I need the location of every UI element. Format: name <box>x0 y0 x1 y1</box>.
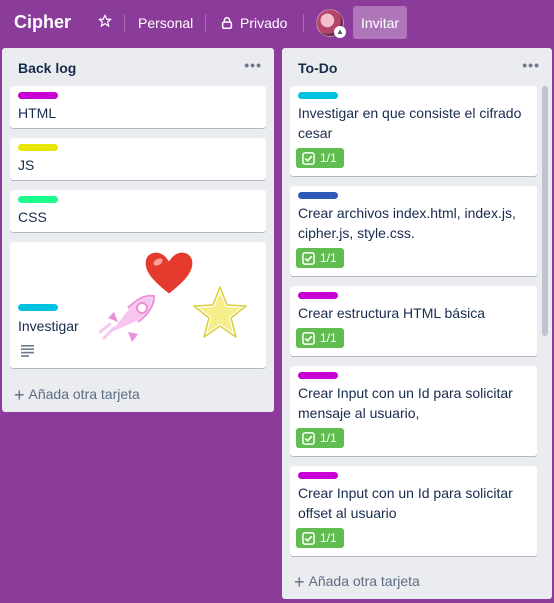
card-label <box>298 292 338 299</box>
list-header: To-Do ••• <box>282 48 552 86</box>
card-label <box>298 92 338 99</box>
checklist-badge: 1/1 <box>296 528 344 548</box>
team-button[interactable]: Personal <box>138 15 193 31</box>
visibility-button[interactable]: Privado <box>220 15 287 31</box>
card-title-line: mensaje al usuario, <box>298 405 420 421</box>
add-card-label: Añada otra tarjeta <box>308 573 420 589</box>
card[interactable]: CSS <box>10 190 266 232</box>
card[interactable]: Crear archivos index.html, index.js, cip… <box>290 186 537 276</box>
visibility-label: Privado <box>240 15 288 31</box>
card-title: HTML <box>18 105 57 121</box>
list-title[interactable]: Back log <box>18 60 76 76</box>
plus-icon: + <box>294 572 305 592</box>
card-title: CSS <box>18 209 47 225</box>
card-label <box>18 304 58 311</box>
card-label <box>18 196 58 203</box>
checklist-icon <box>302 531 315 545</box>
card[interactable]: Investigar en que consiste el cifrado ce… <box>290 86 537 176</box>
card-title: JS <box>18 157 35 173</box>
star-sticker-icon <box>192 285 248 339</box>
star-icon[interactable] <box>96 14 114 32</box>
invite-button[interactable]: Invitar <box>353 6 407 39</box>
card-label <box>298 192 338 199</box>
checklist-count: 1/1 <box>320 331 337 345</box>
plus-icon: + <box>14 385 25 405</box>
card[interactable]: Investigar <box>10 242 266 368</box>
header-divider <box>124 14 125 32</box>
checklist-badge: 1/1 <box>296 248 344 268</box>
card-title-line: Crear estructura HTML básica <box>298 305 485 321</box>
list-header: Back log ••• <box>2 48 274 86</box>
card-title: Investigar en que consiste el cifrado ce… <box>298 103 521 143</box>
checklist-icon <box>302 431 315 445</box>
card[interactable]: Crear estructura HTML básica 1/1 <box>290 286 537 356</box>
header-divider <box>205 14 206 32</box>
card-title-line: Crear Input con un Id para solicitar <box>298 385 513 401</box>
list-scrollbar[interactable] <box>542 86 548 336</box>
card-title-line: Crear Input con un Id para solicitar <box>298 485 513 501</box>
board-title[interactable]: Cipher <box>14 12 71 33</box>
card-title-line: offset al usuario <box>298 505 397 521</box>
board-header: Cipher Personal Privado ▲ Invitar <box>0 0 554 46</box>
add-card-button[interactable]: + Añada otra tarjeta <box>14 385 140 406</box>
add-card-label: Añada otra tarjeta <box>28 386 140 402</box>
card-title-line: cesar <box>298 125 333 141</box>
checklist-count: 1/1 <box>320 531 337 545</box>
card[interactable]: Crear Input con un Id para solicitar off… <box>290 466 537 556</box>
card-label <box>298 472 338 479</box>
list-todo: To-Do ••• Investigar en que consiste el … <box>282 48 552 599</box>
card-title: Crear Input con un Id para solicitar off… <box>298 483 513 523</box>
description-icon <box>21 345 34 357</box>
lock-icon <box>221 17 233 30</box>
card[interactable]: JS <box>10 138 266 180</box>
header-divider <box>303 14 304 32</box>
card-title-line: cipher.js, style.css. <box>298 225 415 241</box>
list-backlog: Back log ••• HTML JS CSS Investigar + Añ… <box>2 48 274 412</box>
card-title: Crear archivos index.html, index.js, cip… <box>298 203 516 243</box>
card-title-line: Crear archivos index.html, index.js, <box>298 205 516 221</box>
list-menu-button[interactable]: ••• <box>244 57 262 73</box>
admin-badge-icon: ▲ <box>334 26 346 38</box>
checklist-count: 1/1 <box>320 431 337 445</box>
card[interactable]: HTML <box>10 86 266 128</box>
checklist-badge: 1/1 <box>296 328 344 348</box>
card-label <box>298 372 338 379</box>
card-title-line: Investigar en que consiste el cifrado <box>298 105 522 121</box>
list-menu-button[interactable]: ••• <box>522 57 540 73</box>
checklist-icon <box>302 151 315 165</box>
card-title: Investigar <box>18 318 79 334</box>
card[interactable]: Crear Input con un Id para solicitar men… <box>290 366 537 456</box>
checklist-badge: 1/1 <box>296 148 344 168</box>
checklist-count: 1/1 <box>320 151 337 165</box>
card-title: Crear estructura HTML básica <box>298 303 485 323</box>
card-title: Crear Input con un Id para solicitar men… <box>298 383 513 423</box>
checklist-icon <box>302 331 315 345</box>
card-label <box>18 92 58 99</box>
checklist-icon <box>302 251 315 265</box>
checklist-count: 1/1 <box>320 251 337 265</box>
add-card-button[interactable]: + Añada otra tarjeta <box>294 572 420 593</box>
card-label <box>18 144 58 151</box>
checklist-badge: 1/1 <box>296 428 344 448</box>
list-title[interactable]: To-Do <box>298 60 337 76</box>
